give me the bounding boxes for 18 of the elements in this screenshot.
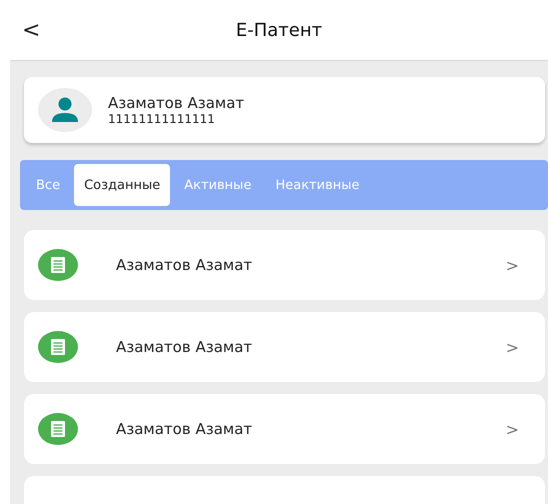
item-name: Азаматов Азамат — [116, 420, 254, 438]
list-item[interactable]: Азаматов Азамат > — [24, 230, 545, 300]
document-icon — [38, 249, 78, 281]
list-item[interactable]: Азаматов Азамат > — [24, 394, 545, 464]
item-name: Азаматов Азамат — [116, 338, 254, 356]
page-title: Е-Патент — [234, 20, 324, 40]
profile-name: Азаматов Азамат — [108, 94, 244, 112]
back-button[interactable]: < — [14, 18, 46, 42]
document-icon — [38, 413, 78, 445]
item-name: Азаматов Азамат — [116, 256, 254, 274]
document-icon — [38, 331, 78, 363]
list-item[interactable]: Азаматов Азамат > — [24, 312, 545, 382]
filter-tab[interactable]: Созданные — [74, 164, 170, 206]
profile-id: 11111111111111 — [108, 112, 216, 126]
chevron-icon: > — [506, 256, 519, 274]
avatar-icon — [38, 88, 92, 132]
chevron-icon: > — [506, 338, 519, 356]
chevron-icon: > — [506, 420, 519, 438]
